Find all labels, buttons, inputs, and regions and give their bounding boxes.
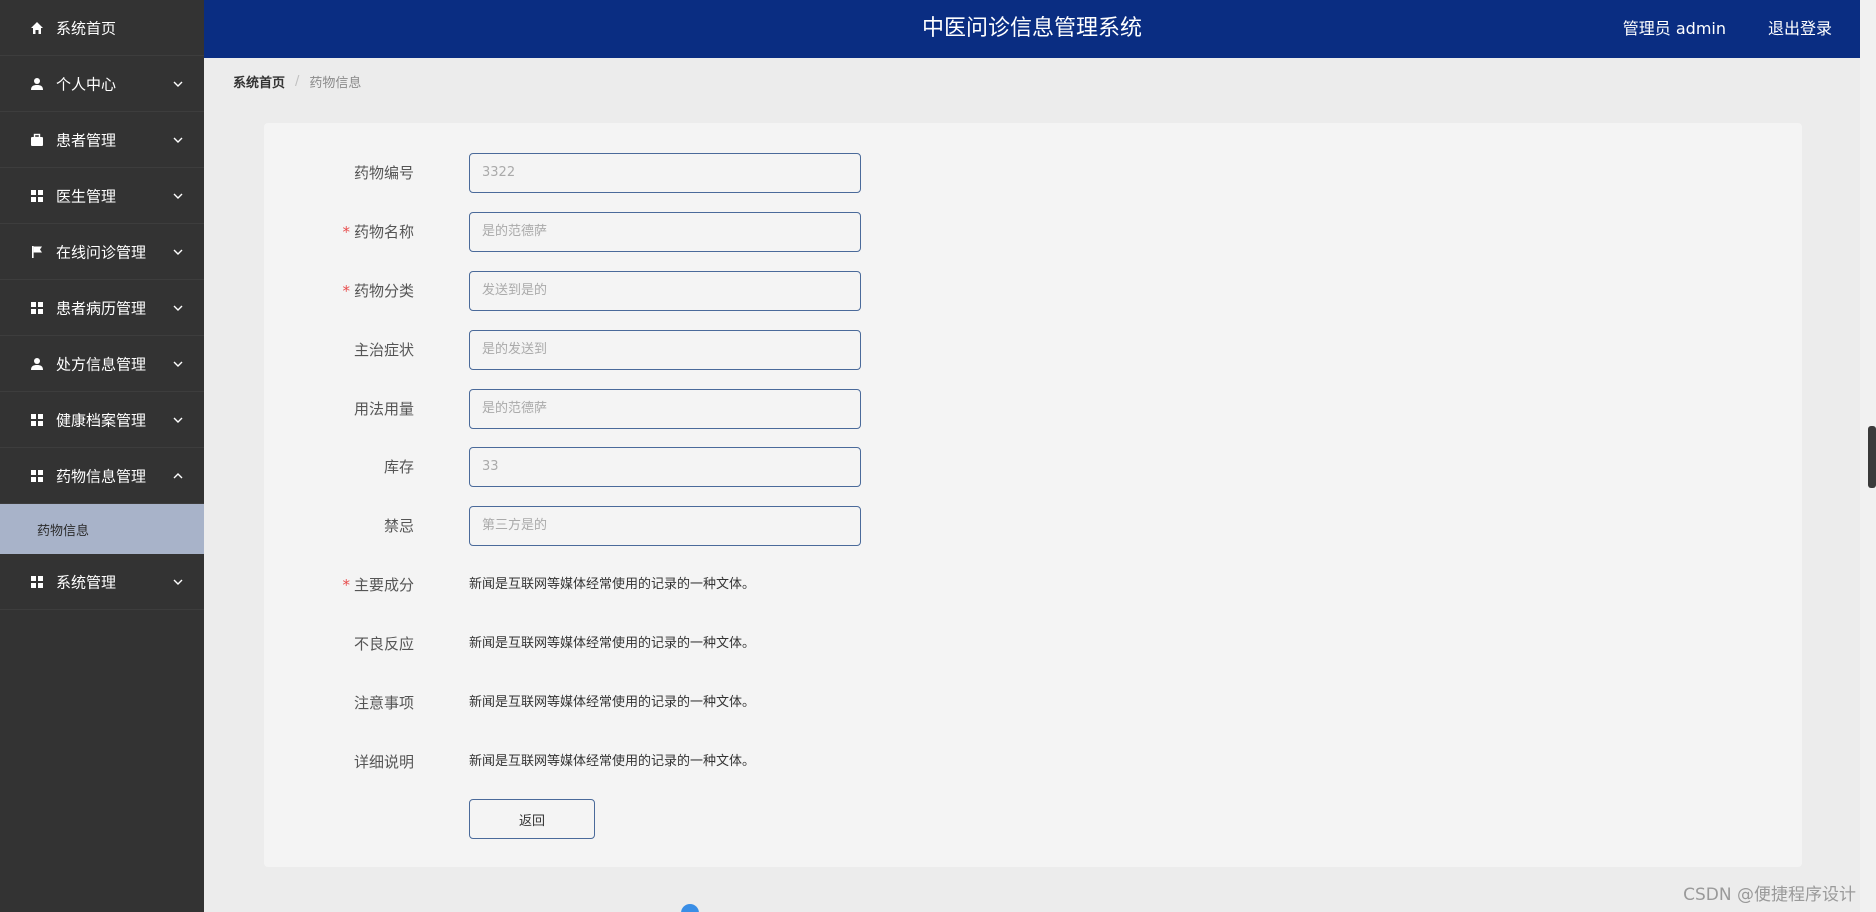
breadcrumb-separator: / [295,74,300,89]
form-row-precautions: 注意事项 新闻是互联网等媒体经常使用的记录的一种文体。 [264,683,1264,723]
sidebar-item-label: 药物信息管理 [56,467,147,485]
user-icon [29,76,45,92]
precautions-text: 新闻是互联网等媒体经常使用的记录的一种文体。 [469,695,756,710]
indications-label: 主治症状 [353,341,414,359]
grid-icon [29,468,45,484]
drug-name-label: 药物名称 [353,223,414,241]
sidebar-item-home[interactable]: 系统首页 [0,0,204,56]
form-row-side-effects: 不良反应 新闻是互联网等媒体经常使用的记录的一种文体。 [264,624,1264,664]
breadcrumb-home[interactable]: 系统首页 [233,72,285,91]
sidebar-item-medical-records[interactable]: 患者病历管理 [0,280,204,336]
drug-name-label-wrap: * 药物名称 [342,212,414,252]
chevron-down-icon [172,246,184,258]
sidebar-item-label: 系统管理 [56,573,117,591]
home-icon [29,20,45,36]
form-row-drug-name: * 药物名称 是的范德萨 [264,212,1264,252]
form-row-indications: 主治症状 是的发送到 [264,330,1264,370]
required-mark: * [342,576,350,594]
form-row-dosage: 用法用量 是的范德萨 [264,389,1264,429]
chevron-down-icon [172,576,184,588]
watermark: CSDN @便捷程序设计 [1683,885,1856,905]
form-row-stock: 库存 33 [264,447,1264,487]
form-row-drug-code: 药物编号 3322 [264,153,1264,193]
ingredients-label: 主要成分 [353,576,414,594]
breadcrumb: 系统首页 / 药物信息 [233,72,361,91]
sidebar-item-drug-info-management[interactable]: 药物信息管理 [0,448,204,504]
stock-label: 库存 [383,458,414,476]
drug-code-label: 药物编号 [353,164,414,182]
drug-name-field[interactable]: 是的范德萨 [469,212,861,252]
sidebar-item-system-management[interactable]: 系统管理 [0,554,204,610]
logout-link[interactable]: 退出登录 [1768,0,1832,58]
sidebar-item-online-consultation[interactable]: 在线问诊管理 [0,224,204,280]
chevron-down-icon [172,134,184,146]
grid-icon [29,412,45,428]
contraindications-field[interactable]: 第三方是的 [469,506,861,546]
required-mark: * [342,223,350,241]
form-row-details: 详细说明 新闻是互联网等媒体经常使用的记录的一种文体。 [264,742,1264,782]
grid-icon [29,188,45,204]
details-text: 新闻是互联网等媒体经常使用的记录的一种文体。 [469,754,756,769]
ingredients-label-wrap: * 主要成分 [342,565,414,605]
app-title: 中医问诊信息管理系统 [921,16,1142,41]
sidebar: 系统首页 个人中心 患者管理 医生管理 在线问诊管理 患者病历管理 处方信息管理… [0,0,204,912]
sidebar-subitem-label: 药物信息 [37,523,90,539]
sidebar-item-health-records[interactable]: 健康档案管理 [0,392,204,448]
sidebar-item-prescriptions[interactable]: 处方信息管理 [0,336,204,392]
flag-icon [29,244,45,260]
drug-category-label-wrap: * 药物分类 [342,271,414,311]
current-user: 管理员 admin [1622,19,1726,38]
sidebar-item-label: 患者管理 [56,131,117,149]
chevron-down-icon [172,190,184,202]
dosage-label: 用法用量 [353,400,414,418]
side-effects-label: 不良反应 [353,635,414,653]
briefcase-icon [29,132,45,148]
floating-indicator [681,904,699,912]
top-header: 中医问诊信息管理系统 管理员 admin 退出登录 [204,0,1860,58]
drug-detail-form: 药物编号 3322 * 药物名称 是的范德萨 * 药物分类 发送到是的 主治症状 是… [264,123,1802,867]
sidebar-subitem-drug-info[interactable]: 药物信息 [0,504,204,554]
sidebar-item-label: 健康档案管理 [56,411,147,429]
drug-category-field[interactable]: 发送到是的 [469,271,861,311]
contraindications-label: 禁忌 [383,517,414,535]
chevron-down-icon [172,302,184,314]
breadcrumb-current: 药物信息 [309,76,362,91]
chevron-up-icon [172,470,184,482]
form-row-contraindications: 禁忌 第三方是的 [264,506,1264,546]
details-label: 详细说明 [353,753,414,771]
sidebar-item-personal-center[interactable]: 个人中心 [0,56,204,112]
chevron-down-icon [172,414,184,426]
sidebar-item-label: 系统首页 [56,19,117,37]
required-mark: * [342,282,350,300]
form-row-ingredients: * 主要成分 新闻是互联网等媒体经常使用的记录的一种文体。 [264,565,1264,605]
stock-field[interactable]: 33 [469,447,861,487]
user-icon [29,356,45,372]
sidebar-item-patients[interactable]: 患者管理 [0,112,204,168]
sidebar-item-label: 医生管理 [56,187,117,205]
grid-icon [29,300,45,316]
ingredients-text: 新闻是互联网等媒体经常使用的记录的一种文体。 [469,577,756,592]
sidebar-item-label: 在线问诊管理 [56,243,147,261]
drug-code-field[interactable]: 3322 [469,153,861,193]
precautions-label: 注意事项 [353,694,414,712]
drug-category-label: 药物分类 [353,282,414,300]
side-effects-text: 新闻是互联网等媒体经常使用的记录的一种文体。 [469,636,756,651]
scrollbar-thumb[interactable] [1868,426,1876,488]
chevron-down-icon [172,358,184,370]
indications-field[interactable]: 是的发送到 [469,330,861,370]
sidebar-item-label: 处方信息管理 [56,355,147,373]
form-row-drug-category: * 药物分类 发送到是的 [264,271,1264,311]
back-button[interactable]: 返回 [469,799,595,839]
dosage-field[interactable]: 是的范德萨 [469,389,861,429]
sidebar-item-doctors[interactable]: 医生管理 [0,168,204,224]
grid-icon [29,574,45,590]
sidebar-item-label: 患者病历管理 [56,299,147,317]
chevron-down-icon [172,78,184,90]
sidebar-item-label: 个人中心 [56,75,117,93]
